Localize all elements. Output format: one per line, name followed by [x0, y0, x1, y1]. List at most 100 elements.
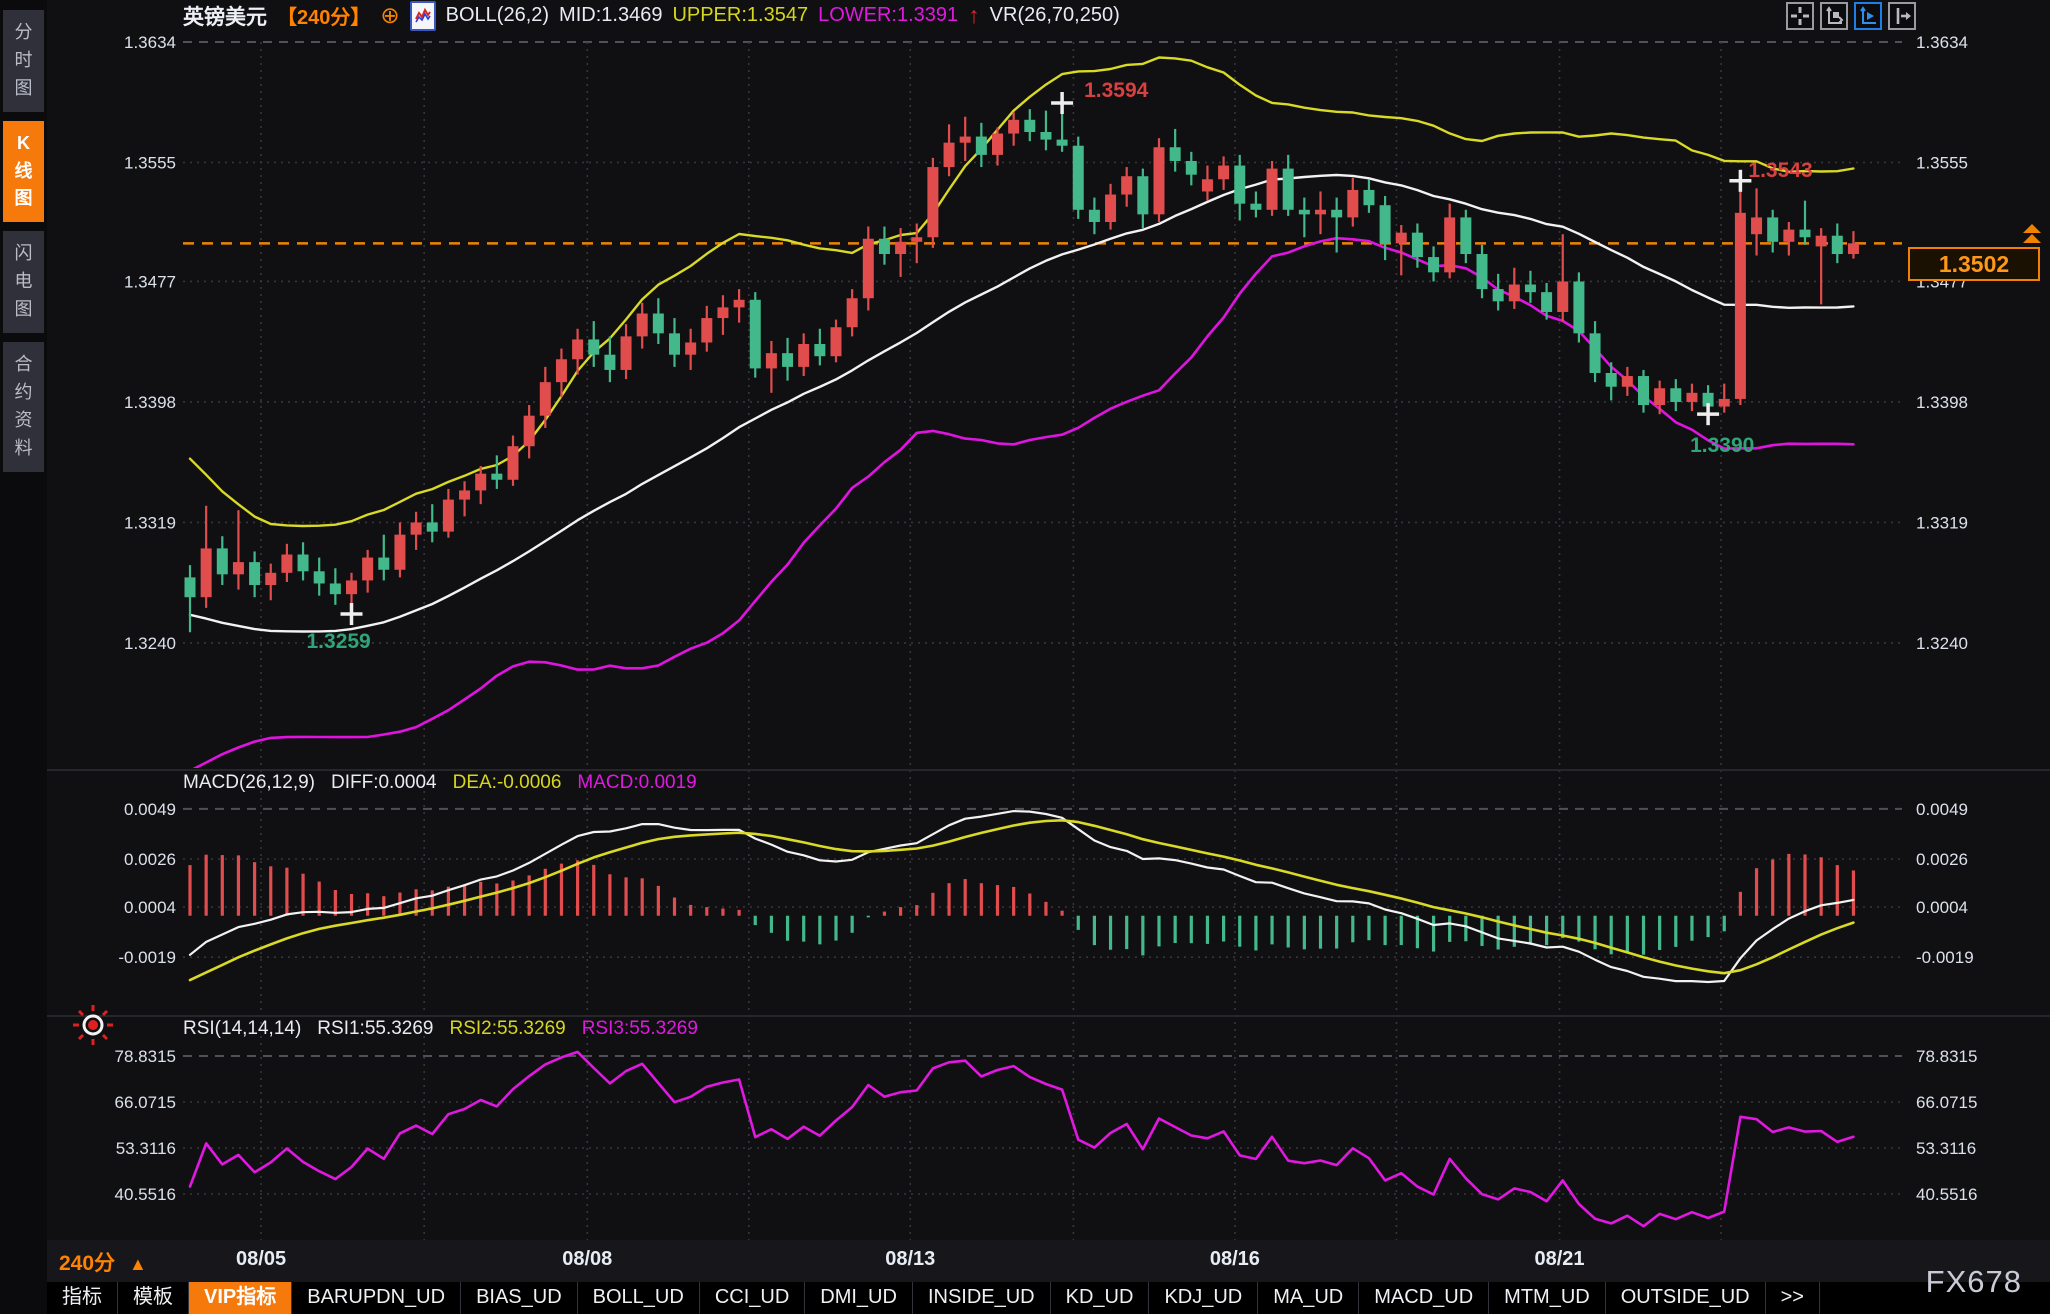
candle[interactable]	[879, 239, 890, 254]
candle[interactable]	[1557, 281, 1568, 312]
candle[interactable]	[524, 416, 535, 447]
candle[interactable]	[1008, 120, 1019, 134]
candle[interactable]	[1751, 217, 1762, 234]
tab-bias_ud[interactable]: BIAS_UD	[461, 1282, 578, 1314]
candle[interactable]	[1347, 190, 1358, 217]
candle[interactable]	[653, 314, 664, 334]
candle[interactable]	[249, 562, 260, 585]
candle[interactable]	[1816, 236, 1827, 247]
candle[interactable]	[1089, 210, 1100, 222]
candle[interactable]	[1735, 213, 1746, 399]
candle[interactable]	[685, 342, 696, 354]
tab-kd_ud[interactable]: KD_UD	[1051, 1282, 1150, 1314]
candle[interactable]	[1202, 179, 1213, 191]
candle[interactable]	[1396, 233, 1407, 244]
candle[interactable]	[1670, 388, 1681, 402]
candle[interactable]	[701, 318, 712, 342]
tab-vip-[interactable]: VIP指标	[189, 1282, 292, 1314]
candle[interactable]	[588, 339, 599, 354]
candle[interactable]	[540, 382, 551, 416]
candle[interactable]	[637, 314, 648, 337]
candle[interactable]	[927, 167, 938, 237]
candle[interactable]	[1283, 169, 1294, 210]
candle[interactable]	[427, 522, 438, 531]
tab--[interactable]: 指标	[47, 1282, 118, 1314]
candle[interactable]	[976, 137, 987, 155]
candle[interactable]	[475, 474, 486, 491]
candle[interactable]	[1606, 373, 1617, 387]
candle[interactable]	[604, 355, 615, 370]
candle[interactable]	[1573, 281, 1584, 333]
tab-mtm_ud[interactable]: MTM_UD	[1489, 1282, 1606, 1314]
candle[interactable]	[782, 353, 793, 367]
candle[interactable]	[1331, 210, 1342, 218]
kline-style-icon[interactable]	[410, 1, 436, 31]
candle[interactable]	[1590, 333, 1601, 373]
candle[interactable]	[1848, 243, 1859, 254]
candle[interactable]	[1218, 166, 1229, 180]
sidebar-item-lightning[interactable]: 闪电图	[3, 231, 44, 333]
axis-scale-icon[interactable]	[1820, 2, 1848, 30]
candle[interactable]	[1460, 217, 1471, 254]
candle[interactable]	[443, 500, 454, 532]
candle[interactable]	[362, 558, 373, 581]
candle[interactable]	[734, 300, 745, 308]
tab-inside_ud[interactable]: INSIDE_UD	[913, 1282, 1051, 1314]
candle[interactable]	[847, 298, 858, 327]
candle[interactable]	[1783, 230, 1794, 242]
candle[interactable]	[281, 555, 292, 573]
tab-ma_ud[interactable]: MA_UD	[1258, 1282, 1359, 1314]
tab-macd_ud[interactable]: MACD_UD	[1359, 1282, 1489, 1314]
candle[interactable]	[1170, 147, 1181, 161]
candle[interactable]	[233, 562, 244, 574]
candle[interactable]	[201, 548, 212, 597]
candle[interactable]	[895, 242, 906, 254]
candle[interactable]	[1800, 230, 1811, 238]
candle[interactable]	[378, 558, 389, 570]
candle[interactable]	[621, 336, 632, 370]
candle[interactable]	[346, 580, 357, 594]
candle[interactable]	[1105, 195, 1116, 222]
candle[interactable]	[508, 446, 519, 480]
candle[interactable]	[265, 573, 276, 585]
candle[interactable]	[1638, 376, 1649, 405]
collapse-panel-icon[interactable]	[1888, 2, 1916, 30]
candle[interactable]	[766, 353, 777, 368]
candle[interactable]	[1477, 254, 1488, 289]
sidebar-item-kline[interactable]: K线图	[3, 121, 44, 223]
candle[interactable]	[944, 143, 955, 167]
candle[interactable]	[1040, 132, 1051, 140]
candle[interactable]	[1073, 146, 1084, 210]
candle[interactable]	[394, 535, 405, 570]
candle[interactable]	[1299, 210, 1310, 215]
candle[interactable]	[911, 237, 922, 242]
candle[interactable]	[1428, 257, 1439, 272]
period-tag[interactable]: 【240分】	[277, 1, 370, 30]
candle[interactable]	[217, 548, 228, 574]
candle[interactable]	[1622, 376, 1633, 387]
sidebar-item-timeshare[interactable]: 分时图	[3, 10, 44, 112]
candle[interactable]	[556, 359, 567, 382]
candle[interactable]	[314, 571, 325, 583]
candle[interactable]	[1234, 166, 1245, 204]
tab-barupdn_ud[interactable]: BARUPDN_UD	[292, 1282, 461, 1314]
candle[interactable]	[572, 339, 583, 359]
candle[interactable]	[491, 474, 502, 480]
candle[interactable]	[1832, 236, 1843, 254]
alert-sun-icon[interactable]	[70, 1002, 116, 1053]
tab-dmi_ud[interactable]: DMI_UD	[805, 1282, 913, 1314]
crosshair-icon[interactable]	[1786, 2, 1814, 30]
candle[interactable]	[298, 555, 309, 572]
tab--[interactable]: 模板	[118, 1282, 189, 1314]
candle[interactable]	[1767, 217, 1778, 241]
candle[interactable]	[798, 344, 809, 367]
candle[interactable]	[1541, 292, 1552, 312]
auto-scale-icon[interactable]	[1854, 2, 1882, 30]
candle[interactable]	[750, 300, 761, 369]
candle[interactable]	[1380, 205, 1391, 243]
candle[interactable]	[960, 137, 971, 143]
candle[interactable]	[1654, 388, 1665, 405]
tab->>[interactable]: >>	[1766, 1282, 1820, 1314]
tab-outside_ud[interactable]: OUTSIDE_UD	[1606, 1282, 1766, 1314]
candle[interactable]	[1315, 210, 1326, 215]
